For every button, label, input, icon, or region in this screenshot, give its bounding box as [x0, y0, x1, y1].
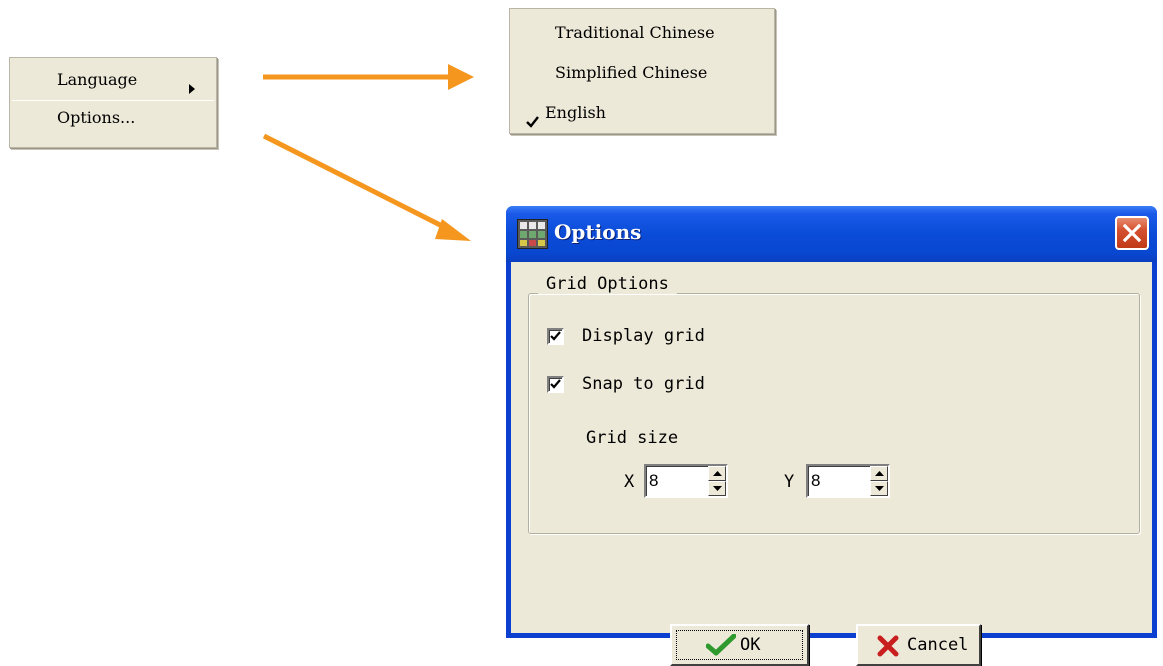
y-spinbox — [806, 464, 890, 498]
submenu-item-label: Traditional Chinese — [555, 23, 715, 42]
cancel-x-icon — [877, 635, 899, 662]
submenu-item-label: English — [545, 103, 606, 122]
x-spin-up-button[interactable] — [708, 466, 726, 481]
y-spin-up-button[interactable] — [870, 466, 888, 481]
cancel-button-face: Cancel — [858, 626, 979, 664]
x-spin-down-button[interactable] — [708, 481, 726, 496]
close-button[interactable] — [1115, 216, 1149, 250]
checkmark-icon — [526, 107, 539, 139]
ok-check-icon — [705, 633, 737, 661]
group-title: Grid Options — [538, 274, 677, 294]
app-grid-icon — [517, 219, 548, 249]
language-submenu: Traditional Chinese Simplified Chinese E… — [509, 8, 775, 134]
menu-item-language-label: Language — [57, 70, 138, 89]
menu-item-options-label: Options... — [57, 108, 136, 127]
submenu-item-traditional-chinese[interactable]: Traditional Chinese — [510, 17, 774, 49]
dialog-titlebar[interactable]: Options — [506, 206, 1157, 262]
cancel-button[interactable]: Cancel — [856, 624, 981, 666]
ok-button[interactable]: OK — [670, 624, 809, 666]
options-dialog: Options Grid Options Display grid Snap t… — [506, 206, 1157, 666]
arrow-to-language-submenu — [263, 64, 474, 90]
submenu-item-label: Simplified Chinese — [555, 63, 708, 82]
y-spin-down-button[interactable] — [870, 481, 888, 496]
x-input[interactable] — [649, 468, 704, 494]
context-menu: Language Options... — [9, 57, 217, 148]
x-spin-buttons — [708, 466, 726, 496]
submenu-item-english[interactable]: English — [510, 97, 774, 129]
menu-item-options[interactable]: Options... — [10, 102, 216, 134]
x-spinbox — [644, 464, 728, 498]
arrow-to-options-dialog — [262, 133, 471, 241]
menu-item-language[interactable]: Language — [10, 64, 216, 96]
y-input[interactable] — [811, 468, 866, 494]
y-label: Y — [784, 472, 795, 492]
x-label: X — [624, 472, 635, 492]
dialog-title: Options — [554, 220, 642, 244]
dialog-client-area: Grid Options Display grid Snap to grid G… — [511, 262, 1152, 666]
menu-separator — [12, 100, 214, 101]
ok-button-face: OK — [672, 626, 807, 664]
y-spin-buttons — [870, 466, 888, 496]
display-grid-label: Display grid — [582, 326, 705, 346]
submenu-item-simplified-chinese[interactable]: Simplified Chinese — [510, 57, 774, 89]
snap-to-grid-label: Snap to grid — [582, 374, 705, 394]
ok-label: OK — [740, 635, 761, 655]
grid-size-label: Grid size — [586, 428, 679, 448]
snap-to-grid-check-box[interactable] — [547, 376, 564, 393]
cancel-label: Cancel — [907, 635, 969, 655]
display-grid-check-box[interactable] — [547, 328, 564, 345]
close-icon — [1122, 223, 1142, 246]
